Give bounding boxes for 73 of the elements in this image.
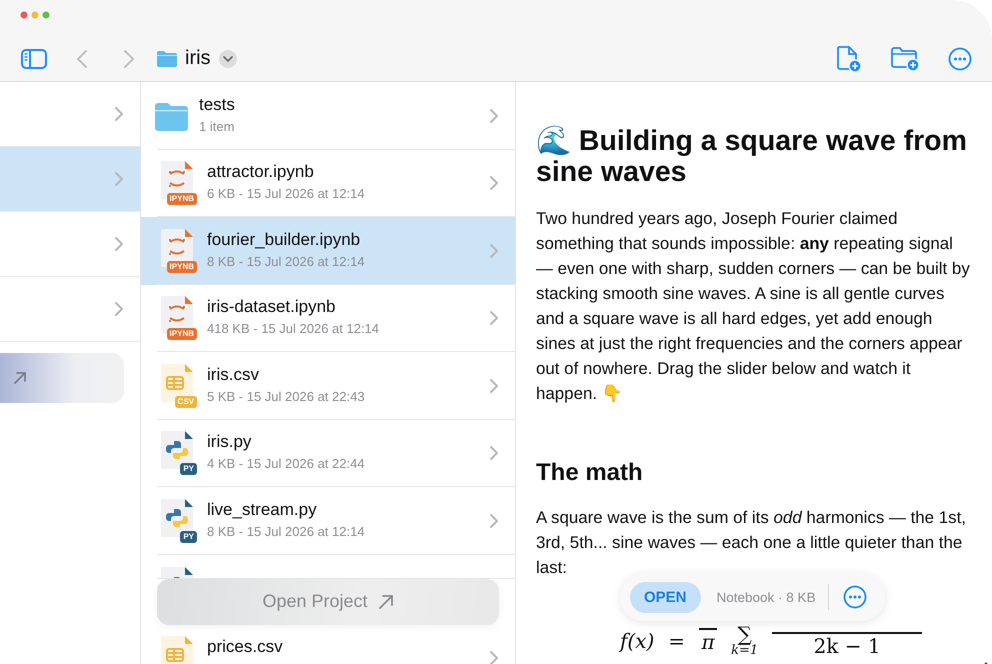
- file-name: tests: [199, 94, 236, 115]
- chevron-right-icon: [489, 650, 499, 664]
- chevron-right-icon: [114, 106, 124, 122]
- file-icon: [161, 161, 193, 200]
- new-document-icon[interactable]: [836, 44, 862, 72]
- folder-title[interactable]: iris: [185, 47, 211, 70]
- file-name: attractor.ipynb: [207, 162, 315, 182]
- chevron-right-icon: [489, 175, 499, 192]
- file-row[interactable]: PY iris.py 4 KB - 15 Jul 2026 at 22:44: [141, 420, 515, 487]
- file-row[interactable]: IPYNB attractor.ipynb 6 KB - 15 Jul 2026 at 12:14: [141, 150, 515, 217]
- file-details: 8 KB - 15 Jul 2026 at 12:14: [207, 524, 366, 539]
- file-name: prices.csv: [207, 637, 284, 658]
- file-details: 1 item: [199, 118, 236, 134]
- file-type-badge: PY: [180, 530, 197, 543]
- arrow-up-right-icon: [378, 594, 394, 610]
- formula-lhs: f(x): [620, 628, 654, 653]
- arrow-up-right-icon: [12, 370, 28, 386]
- formula-equals: =: [668, 628, 686, 653]
- file-info: Notebook · 8 KB: [716, 590, 816, 604]
- file-row[interactable]: IPYNB fourier_builder.ipynb 8 KB - 15 Jul 2026 at 12:14: [141, 217, 515, 284]
- forward-icon[interactable]: [123, 48, 135, 68]
- chevron-right-icon: [489, 242, 499, 259]
- document-title: 🌊 Building a square wave from sine waves: [536, 126, 968, 188]
- more-options-icon[interactable]: [948, 46, 972, 70]
- file-name: live_stream.py: [207, 500, 318, 520]
- chevron-right-icon: [114, 171, 124, 187]
- file-icon: [161, 228, 193, 267]
- math-paragraph: A square wave is the sum of its odd harmonics — the 1st, 3rd, 5th... sine waves — each one a little quieter than the last:: [536, 507, 967, 579]
- file-name: fourier_builder.ipynb: [207, 230, 362, 250]
- file-row[interactable]: PY live_stream.py 8 KB - 15 Jul 2026 at 12:14: [141, 487, 515, 554]
- file-icon: [161, 431, 193, 470]
- chevron-right-icon: [489, 378, 499, 394]
- chevron-right-icon: [489, 445, 499, 462]
- file-details: 6 KB - 15 Jul 2026 at 12:14: [207, 186, 366, 202]
- file-type-badge: IPYNB: [166, 193, 197, 206]
- file-name: iris.py: [207, 432, 252, 452]
- chevron-right-icon: [489, 512, 499, 529]
- folder-row[interactable]: tests 1 item: [141, 82, 515, 150]
- more-options-icon[interactable]: [842, 585, 867, 609]
- file-details: 8 KB - 15 Jul 2026 at 12:14: [207, 254, 366, 269]
- sum-symbol: ∑: [737, 624, 752, 644]
- file-name: iris.csv: [207, 364, 260, 385]
- file-row[interactable]: CSV iris.csv 5 KB - 15 Jul 2026 at 22:43: [141, 352, 515, 420]
- sidebar-toggle-icon[interactable]: [21, 48, 47, 68]
- file-name: iris-dataset.ipynb: [207, 297, 337, 318]
- file-row[interactable]: IPYNB iris-dataset.ipynb 418 KB - 15 Jul 2026 at 12:14: [141, 284, 515, 352]
- formula-denominator: π: [701, 630, 715, 654]
- sum-index: k=1: [731, 644, 758, 658]
- file-details: 5 KB - 15 Jul 2026 at 22:43: [207, 388, 366, 404]
- file-details: 4 KB - 15 Jul 2026 at 22:44: [207, 456, 366, 472]
- file-type-badge: IPYNB: [166, 260, 197, 273]
- folder-icon: [157, 50, 177, 66]
- intro-paragraph: Two hundred years ago, Joseph Fourier claimed something that sounds impossible: any repeating signal — even one with sharp, sudden corners — can be built by stacking smooth sine waves. A sine is all gentle curves and a square wave is all hard edges, yet add enough sines at just the right frequencies and the corners appear out of nowhere. Drag the slider below and watch it happen. 👇: [536, 208, 971, 405]
- dropdown-button[interactable]: [218, 50, 237, 68]
- file-icon: [161, 498, 193, 537]
- section-heading: The math: [536, 459, 644, 487]
- chevron-right-icon: [489, 108, 499, 124]
- file-type-badge: IPYNB: [166, 328, 197, 340]
- window-controls-icon[interactable]: [20, 11, 52, 19]
- file-details: 418 KB - 15 Jul 2026 at 12:14: [207, 321, 380, 336]
- back-icon[interactable]: [76, 48, 88, 68]
- file-icon: [161, 636, 193, 664]
- chevron-right-icon: [114, 236, 124, 252]
- formula-denominator: 2k − 1: [814, 634, 881, 658]
- file-type-badge: CSV: [174, 396, 197, 408]
- new-folder-icon[interactable]: [890, 46, 920, 72]
- sidebar-action-button[interactable]: [0, 353, 124, 403]
- chevron-right-icon: [489, 310, 499, 326]
- chevron-down-icon[interactable]: [222, 56, 233, 62]
- folder-icon: [155, 100, 188, 132]
- file-type-badge: PY: [180, 463, 197, 476]
- chevron-right-icon: [114, 301, 124, 317]
- file-icon: [161, 296, 193, 334]
